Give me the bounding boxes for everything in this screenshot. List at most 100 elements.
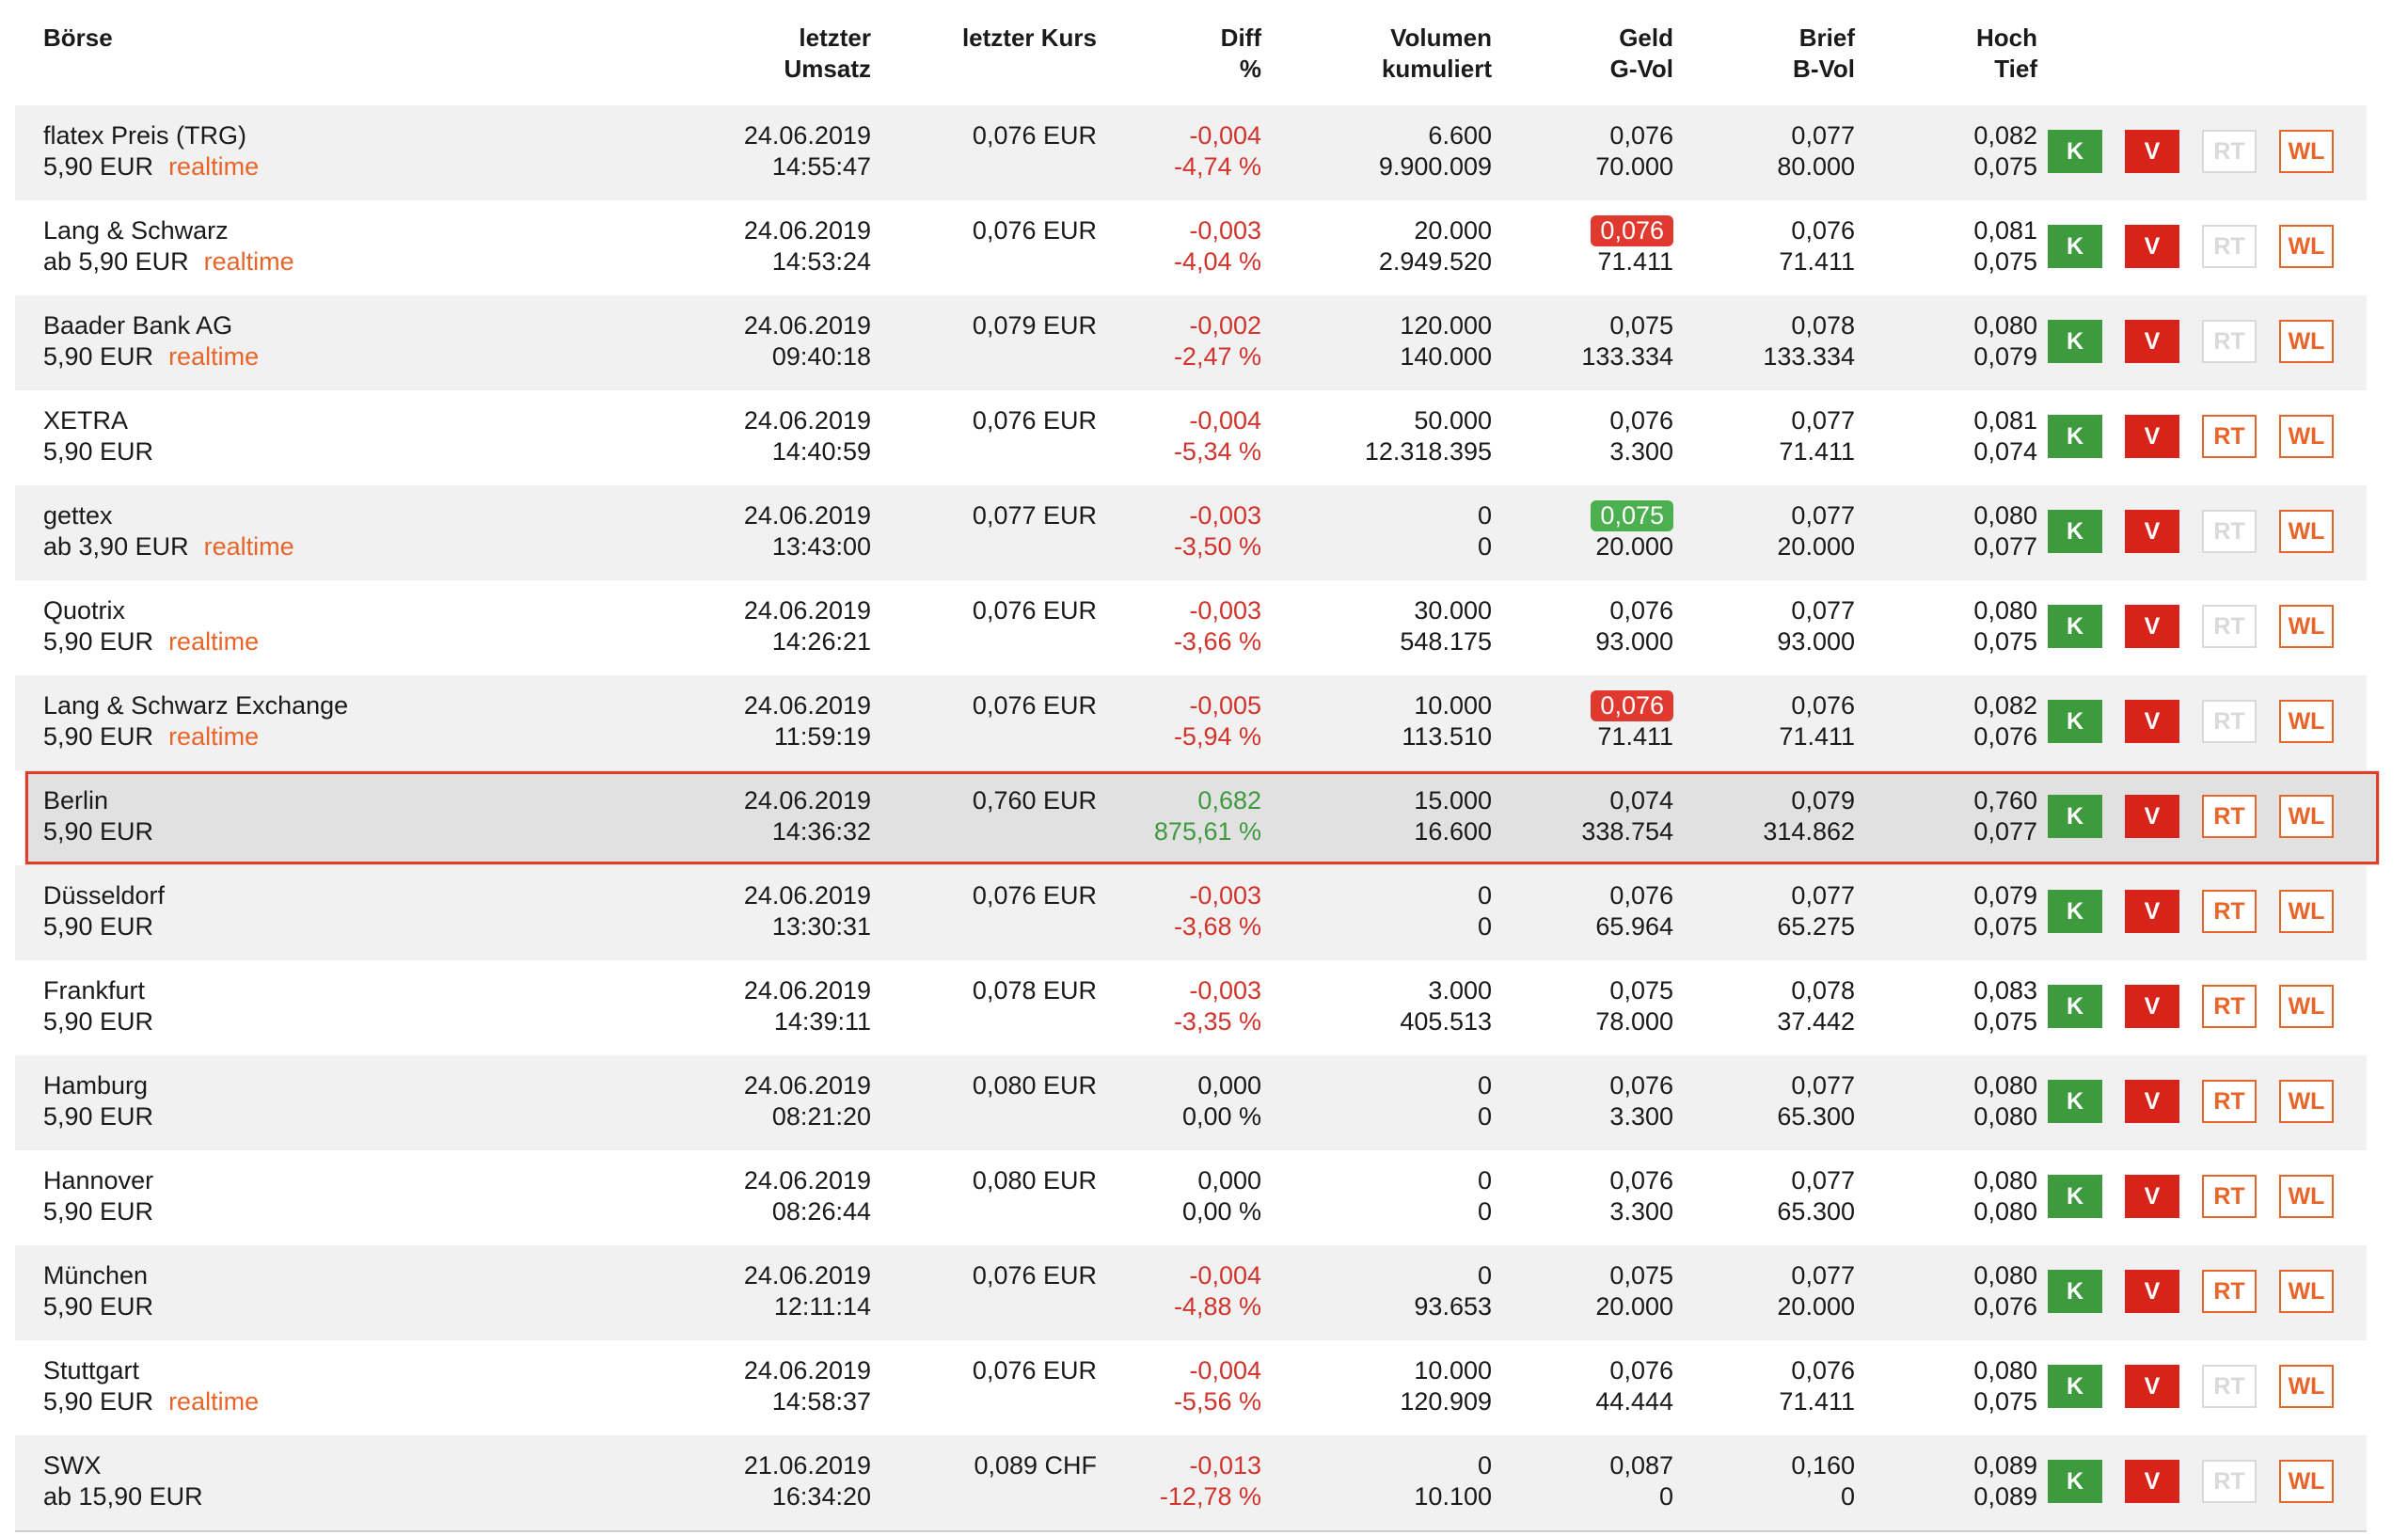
diff-cell: -0,005-5,94 % [1050,690,1261,752]
sell-button[interactable]: V [2125,415,2179,458]
table-row[interactable]: Berlin5,90 EUR24.06.201914:36:320,760 EU… [24,770,2380,865]
table-row[interactable]: Hamburg5,90 EUR24.06.201908:21:200,080 E… [15,1055,2367,1150]
volume: 120.000 [1266,310,1492,341]
watchlist-button[interactable]: WL [2279,225,2334,268]
buy-button[interactable]: K [2048,1080,2102,1123]
watchlist-button[interactable]: WL [2279,1080,2334,1123]
table-row[interactable]: Stuttgart5,90 EURrealtime24.06.201914:58… [15,1340,2367,1435]
buy-button[interactable]: K [2048,1270,2102,1313]
table-row[interactable]: Lang & Schwarz Exchange5,90 EURrealtime2… [15,675,2367,770]
buy-button[interactable]: K [2048,320,2102,363]
sell-button[interactable]: V [2125,1365,2179,1408]
realtime-button[interactable]: RT [2202,1175,2257,1218]
buy-button[interactable]: K [2048,795,2102,838]
watchlist-button[interactable]: WL [2279,890,2334,933]
sell-button[interactable]: V [2125,510,2179,553]
diff-percent: -4,04 % [1050,246,1261,277]
header-diff-line2: % [1050,54,1261,85]
ask-cell: 0,1600 [1671,1450,1855,1512]
last-trade-cell: 24.06.201914:40:59 [598,405,871,467]
sell-button[interactable]: V [2125,1270,2179,1313]
bid-volume: 20.000 [1482,531,1673,562]
watchlist-button[interactable]: WL [2279,700,2334,743]
buy-button[interactable]: K [2048,1175,2102,1218]
bid-line: 0,074 [1482,785,1673,816]
table-row[interactable]: München5,90 EUR24.06.201912:11:140,076 E… [15,1245,2367,1340]
sell-button[interactable]: V [2125,1175,2179,1218]
header-diff: Diff % [1050,23,1261,85]
buy-button[interactable]: K [2048,700,2102,743]
diff-cell: -0,003-3,66 % [1050,595,1261,657]
sell-button[interactable]: V [2125,605,2179,648]
watchlist-button[interactable]: WL [2279,1175,2334,1218]
realtime-button[interactable]: RT [2202,1080,2257,1123]
sell-button[interactable]: V [2125,1080,2179,1123]
buy-button[interactable]: K [2048,130,2102,173]
realtime-button[interactable]: RT [2202,795,2257,838]
table-row[interactable]: Frankfurt5,90 EUR24.06.201914:39:110,078… [15,960,2367,1055]
watchlist-button[interactable]: WL [2279,1270,2334,1313]
buy-button[interactable]: K [2048,225,2102,268]
realtime-button: RT [2202,225,2257,268]
sell-button[interactable]: V [2125,130,2179,173]
table-row[interactable]: Baader Bank AG5,90 EURrealtime24.06.2019… [15,295,2367,390]
buy-button[interactable]: K [2048,890,2102,933]
volume: 0 [1266,880,1492,911]
table-row[interactable]: Quotrix5,90 EURrealtime24.06.201914:26:2… [15,580,2367,675]
exchange-fee: ab 15,90 EUR [43,1482,203,1511]
low-price: 0,075 [1849,246,2037,277]
realtime-button[interactable]: RT [2202,415,2257,458]
exchange-name: Düsseldorf [43,880,165,911]
trade-time: 13:43:00 [598,531,871,562]
watchlist-button[interactable]: WL [2279,510,2334,553]
ask-volume: 93.000 [1671,626,1855,657]
diff-absolute: -0,013 [1050,1450,1261,1481]
buy-button[interactable]: K [2048,605,2102,648]
table-row[interactable]: Lang & Schwarzab 5,90 EURrealtime24.06.2… [15,200,2367,295]
low-price: 0,075 [1849,151,2037,182]
watchlist-button[interactable]: WL [2279,320,2334,363]
realtime-button[interactable]: RT [2202,1270,2257,1313]
table-row[interactable]: gettexab 3,90 EURrealtime24.06.201913:43… [15,485,2367,580]
sell-button[interactable]: V [2125,795,2179,838]
header-brief-line1: Brief [1671,23,1855,54]
watchlist-button[interactable]: WL [2279,1365,2334,1408]
sell-button[interactable]: V [2125,700,2179,743]
watchlist-button[interactable]: WL [2279,415,2334,458]
table-row[interactable]: Hannover5,90 EUR24.06.201908:26:440,080 … [15,1150,2367,1245]
table-row[interactable]: Düsseldorf5,90 EUR24.06.201913:30:310,07… [15,865,2367,960]
header-hoch: Hoch [1849,23,2037,54]
exchange-name-cell: Lang & Schwarz Exchange5,90 EURrealtime [43,690,348,752]
ask-price: 0,077 [1671,595,1855,626]
buy-button[interactable]: K [2048,1365,2102,1408]
diff-cell: 0,0000,00 % [1050,1070,1261,1132]
sell-button[interactable]: V [2125,1460,2179,1503]
last-trade-cell: 24.06.201914:53:24 [598,215,871,277]
table-row[interactable]: flatex Preis (TRG)5,90 EURrealtime24.06.… [15,105,2367,200]
table-row[interactable]: SWXab 15,90 EUR21.06.201916:34:200,089 C… [15,1435,2367,1530]
sell-button[interactable]: V [2125,225,2179,268]
buy-button[interactable]: K [2048,985,2102,1028]
watchlist-button[interactable]: WL [2279,795,2334,838]
table-row[interactable]: XETRA5,90 EUR24.06.201914:40:590,076 EUR… [15,390,2367,485]
header-volumen-line1: Volumen [1266,23,1492,54]
realtime-label: realtime [168,152,259,181]
header-geld-line1: Geld [1482,23,1673,54]
watchlist-button[interactable]: WL [2279,1460,2334,1503]
buy-button[interactable]: K [2048,415,2102,458]
sell-button[interactable]: V [2125,320,2179,363]
realtime-button[interactable]: RT [2202,985,2257,1028]
bid-cell: 0,07670.000 [1482,120,1673,182]
watchlist-button[interactable]: WL [2279,985,2334,1028]
watchlist-button[interactable]: WL [2279,130,2334,173]
volume-cell: 00 [1266,1165,1492,1227]
bid-line: 0,076 [1482,120,1673,151]
sell-button[interactable]: V [2125,890,2179,933]
buy-button[interactable]: K [2048,1460,2102,1503]
sell-button[interactable]: V [2125,985,2179,1028]
watchlist-button[interactable]: WL [2279,605,2334,648]
high-low-cell: 0,0820,075 [1849,120,2037,182]
buy-button[interactable]: K [2048,510,2102,553]
realtime-button[interactable]: RT [2202,890,2257,933]
diff-absolute: -0,005 [1050,690,1261,721]
